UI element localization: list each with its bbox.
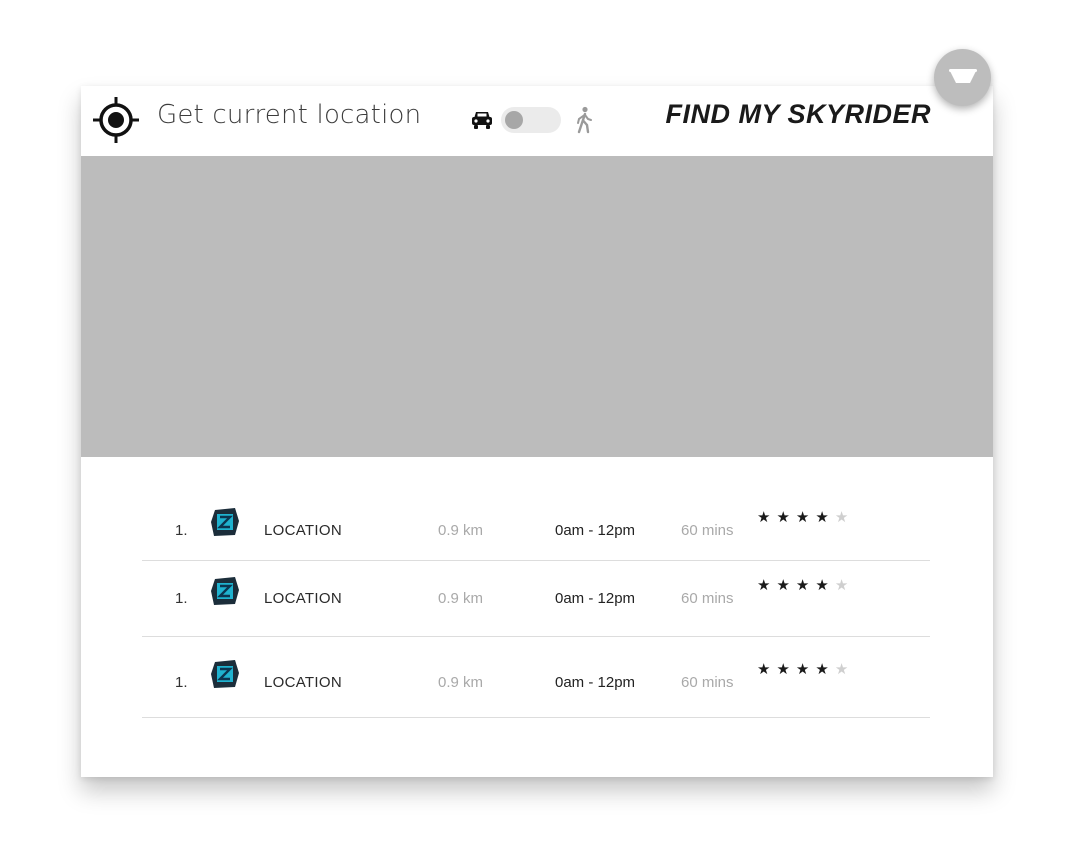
star-icon: ★ bbox=[757, 577, 777, 594]
distance: 0.9 km bbox=[438, 590, 484, 607]
star-icon: ★ bbox=[757, 661, 777, 678]
star-rating: ★★★★★ bbox=[757, 576, 854, 594]
star-rating: ★★★★★ bbox=[757, 660, 854, 678]
location-name: LOCATION bbox=[264, 590, 342, 607]
crosshair-icon[interactable] bbox=[92, 96, 140, 144]
duration: 60 mins bbox=[681, 590, 734, 607]
get-current-location-link[interactable]: Get current location bbox=[157, 100, 421, 130]
z-logo-icon bbox=[210, 659, 240, 689]
main-card: Get current location FIND MY SKYRIDER 1.… bbox=[81, 86, 993, 777]
location-list: 1. LOCATION 0.9 km 0am - 12pm 60 mins ★★… bbox=[142, 485, 930, 718]
opening-hours: 0am - 12pm bbox=[555, 522, 636, 539]
list-item[interactable]: 1. LOCATION 0.9 km 0am - 12pm 60 mins ★★… bbox=[142, 485, 930, 561]
toggle-knob bbox=[505, 111, 523, 129]
opening-hours: 0am - 12pm bbox=[555, 674, 636, 691]
item-index: 1. bbox=[175, 674, 188, 691]
star-empty-icon: ★ bbox=[834, 577, 855, 594]
star-icon: ★ bbox=[795, 509, 816, 526]
cup-icon bbox=[948, 66, 978, 88]
distance: 0.9 km bbox=[438, 674, 484, 691]
distance: 0.9 km bbox=[438, 522, 484, 539]
walk-icon bbox=[573, 106, 595, 134]
z-logo-icon bbox=[210, 576, 240, 606]
duration: 60 mins bbox=[681, 674, 734, 691]
list-item[interactable]: 1. LOCATION 0.9 km 0am - 12pm 60 mins ★★… bbox=[142, 561, 930, 637]
item-index: 1. bbox=[175, 590, 188, 607]
star-icon: ★ bbox=[757, 509, 777, 526]
app-title: FIND MY SKYRIDER bbox=[665, 99, 931, 129]
list-item[interactable]: 1. LOCATION 0.9 km 0am - 12pm 60 mins ★★… bbox=[142, 637, 930, 718]
star-icon: ★ bbox=[776, 661, 796, 678]
star-rating: ★★★★★ bbox=[757, 508, 854, 526]
star-icon: ★ bbox=[815, 661, 835, 678]
mode-toggle[interactable] bbox=[501, 107, 561, 133]
cup-button[interactable] bbox=[934, 49, 991, 106]
item-index: 1. bbox=[175, 522, 188, 539]
star-icon: ★ bbox=[795, 577, 816, 594]
star-empty-icon: ★ bbox=[834, 509, 855, 526]
star-icon: ★ bbox=[776, 509, 796, 526]
map-area[interactable] bbox=[81, 156, 993, 457]
opening-hours: 0am - 12pm bbox=[555, 590, 636, 607]
z-logo-icon bbox=[210, 507, 240, 537]
header: Get current location FIND MY SKYRIDER bbox=[81, 86, 993, 156]
star-empty-icon: ★ bbox=[834, 661, 855, 678]
car-icon bbox=[471, 110, 493, 130]
duration: 60 mins bbox=[681, 522, 734, 539]
star-icon: ★ bbox=[815, 509, 835, 526]
location-name: LOCATION bbox=[264, 674, 342, 691]
location-name: LOCATION bbox=[264, 522, 342, 539]
star-icon: ★ bbox=[815, 577, 835, 594]
star-icon: ★ bbox=[795, 661, 816, 678]
star-icon: ★ bbox=[776, 577, 796, 594]
